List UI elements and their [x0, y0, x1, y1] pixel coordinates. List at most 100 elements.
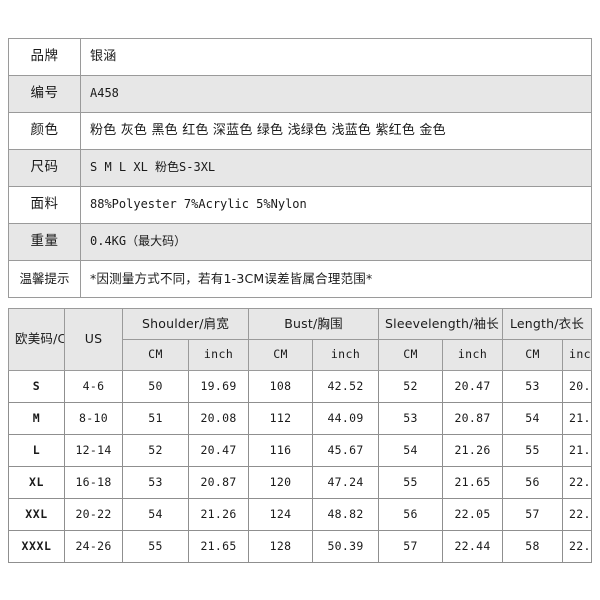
size-chart-cell: 12-14 [64, 434, 123, 467]
size-chart-cell: 22.44 [442, 530, 504, 563]
size-chart-unit-header: inch [562, 339, 592, 371]
size-chart-cell: 50 [122, 370, 189, 403]
size-chart-group-header: Length/衣长 [502, 308, 592, 340]
spec-row: 重量 0.4KG（最大码） [8, 223, 592, 261]
spec-row-label: 温馨提示 [8, 260, 81, 298]
size-chart-group-header: 欧美码/CM [8, 308, 65, 371]
size-chart-cell: 21.65 [187, 530, 250, 563]
size-chart-cell: 47.24 [312, 466, 380, 499]
size-chart-cell: 20.47 [187, 434, 250, 467]
size-chart-size-label: L [8, 434, 65, 467]
size-chart-cell: 108 [248, 370, 314, 403]
size-chart-cell: 128 [248, 530, 314, 563]
size-chart-size-label: XXXL [8, 530, 65, 563]
size-chart-cell: 54 [122, 498, 189, 531]
size-chart-table: 欧美码/CMUSShoulder/肩宽Bust/胸围Sleevelength/袖… [8, 308, 592, 563]
size-chart-cell: 54 [378, 434, 444, 467]
size-chart-cell: 21.26 [187, 498, 250, 531]
spec-row-label: 尺码 [8, 149, 81, 187]
size-chart-cell: 53 [378, 402, 444, 435]
size-chart-cell: 45.67 [312, 434, 380, 467]
size-chart-row: M8-105120.0811244.095320.875421.26 [8, 402, 592, 435]
spec-row-value: *因测量方式不同，若有1-3CM误差皆属合理范围* [80, 260, 592, 298]
size-chart-unit-header: inch [187, 339, 250, 371]
size-chart-unit-header: CM [248, 339, 314, 371]
size-chart-cell: 21.26 [442, 434, 504, 467]
size-chart-size-label: XL [8, 466, 65, 499]
size-chart-cell: 116 [248, 434, 314, 467]
spec-row: 品牌 银涵 [8, 38, 592, 76]
size-chart-cell: 51 [122, 402, 189, 435]
size-chart-cell: 24-26 [64, 530, 123, 563]
size-chart-cell: 44.09 [312, 402, 380, 435]
size-chart-cell: 20-22 [64, 498, 123, 531]
size-chart-cell: 124 [248, 498, 314, 531]
size-chart-head: 欧美码/CMUSShoulder/肩宽Bust/胸围Sleevelength/袖… [8, 308, 592, 371]
size-chart-cell: 20.87 [442, 402, 504, 435]
size-chart-group-header-row: 欧美码/CMUSShoulder/肩宽Bust/胸围Sleevelength/袖… [8, 308, 592, 371]
size-chart-row: L12-145220.4711645.675421.265521.65 [8, 434, 592, 467]
spec-row-value: A458 [80, 75, 592, 113]
size-chart-unit-header: CM [378, 339, 444, 371]
size-chart-cell: 56 [502, 466, 564, 499]
size-chart-cell: 57 [502, 498, 564, 531]
size-chart-cell: 55 [502, 434, 564, 467]
size-chart-unit-header: CM [502, 339, 564, 371]
size-chart-cell: 42.52 [312, 370, 380, 403]
spec-row-label: 重量 [8, 223, 81, 261]
spec-row-label: 颜色 [8, 112, 81, 150]
size-chart-group-header: Bust/胸围 [248, 308, 380, 340]
size-chart-body: S4-65019.6910842.525220.475320.87M8-1051… [8, 370, 592, 563]
size-chart-cell: 112 [248, 402, 314, 435]
product-spec-sheet: 品牌 银涵 编号 A458 颜色 粉色 灰色 黑色 红色 深蓝色 绿色 浅绿色 浅蓝色 紫… [0, 0, 600, 600]
size-chart-row: XXXL24-265521.6512850.395722.445822.83 [8, 530, 592, 563]
spec-row: 尺码 S M L XL 粉色S-3XL [8, 149, 592, 187]
size-chart-cell: 20.87 [187, 466, 250, 499]
size-chart-cell: 21.65 [562, 434, 592, 467]
size-chart-cell: 20.87 [562, 370, 592, 403]
spec-row: 温馨提示 *因测量方式不同，若有1-3CM误差皆属合理范围* [8, 260, 592, 298]
size-chart-cell: 120 [248, 466, 314, 499]
size-chart-size-label: M [8, 402, 65, 435]
size-chart-cell: 55 [122, 530, 189, 563]
spec-row-value: S M L XL 粉色S-3XL [80, 149, 592, 187]
size-chart-row: S4-65019.6910842.525220.475320.87 [8, 370, 592, 403]
size-chart-cell: 22.44 [562, 498, 592, 531]
size-chart-row: XXL20-225421.2612448.825622.055722.44 [8, 498, 592, 531]
spec-row: 颜色 粉色 灰色 黑色 红色 深蓝色 绿色 浅绿色 浅蓝色 紫红色 金色 [8, 112, 592, 150]
size-chart-cell: 55 [378, 466, 444, 499]
size-chart-cell: 52 [122, 434, 189, 467]
size-chart-cell: 48.82 [312, 498, 380, 531]
size-chart-cell: 20.08 [187, 402, 250, 435]
size-chart-cell: 19.69 [187, 370, 250, 403]
spec-row: 面料 88%Polyester 7%Acrylic 5%Nylon [8, 186, 592, 224]
spec-row-value: 粉色 灰色 黑色 红色 深蓝色 绿色 浅绿色 浅蓝色 紫红色 金色 [80, 112, 592, 150]
size-chart-cell: 20.47 [442, 370, 504, 403]
specification-table-body: 品牌 银涵 编号 A458 颜色 粉色 灰色 黑色 红色 深蓝色 绿色 浅绿色 浅蓝色 紫… [8, 38, 592, 298]
size-chart-unit-header: inch [312, 339, 380, 371]
size-chart-cell: 22.05 [562, 466, 592, 499]
size-chart-size-label: XXL [8, 498, 65, 531]
size-chart-cell: 16-18 [64, 466, 123, 499]
spec-row-value: 0.4KG（最大码） [80, 223, 592, 261]
size-chart-cell: 21.26 [562, 402, 592, 435]
size-chart-cell: 21.65 [442, 466, 504, 499]
spec-row-label: 面料 [8, 186, 81, 224]
size-chart-cell: 53 [122, 466, 189, 499]
specification-table: 品牌 银涵 编号 A458 颜色 粉色 灰色 黑色 红色 深蓝色 绿色 浅绿色 浅蓝色 紫… [8, 38, 592, 298]
size-chart-unit-header: CM [122, 339, 189, 371]
size-chart-unit-header: inch [442, 339, 504, 371]
size-chart-group-header: Shoulder/肩宽 [121, 308, 250, 340]
size-chart-cell: 22.05 [442, 498, 504, 531]
size-chart-row: XL16-185320.8712047.245521.655622.05 [8, 466, 592, 499]
size-chart-cell: 57 [378, 530, 444, 563]
spec-row-label: 品牌 [8, 38, 81, 76]
spec-row-value: 银涵 [80, 38, 592, 76]
spec-row: 编号 A458 [8, 75, 592, 113]
size-chart-cell: 22.83 [562, 530, 592, 563]
size-chart-cell: 52 [378, 370, 444, 403]
size-chart-cell: 56 [378, 498, 444, 531]
size-chart-group-header: US [64, 308, 123, 371]
size-chart-cell: 4-6 [64, 370, 123, 403]
size-chart-cell: 58 [502, 530, 564, 563]
